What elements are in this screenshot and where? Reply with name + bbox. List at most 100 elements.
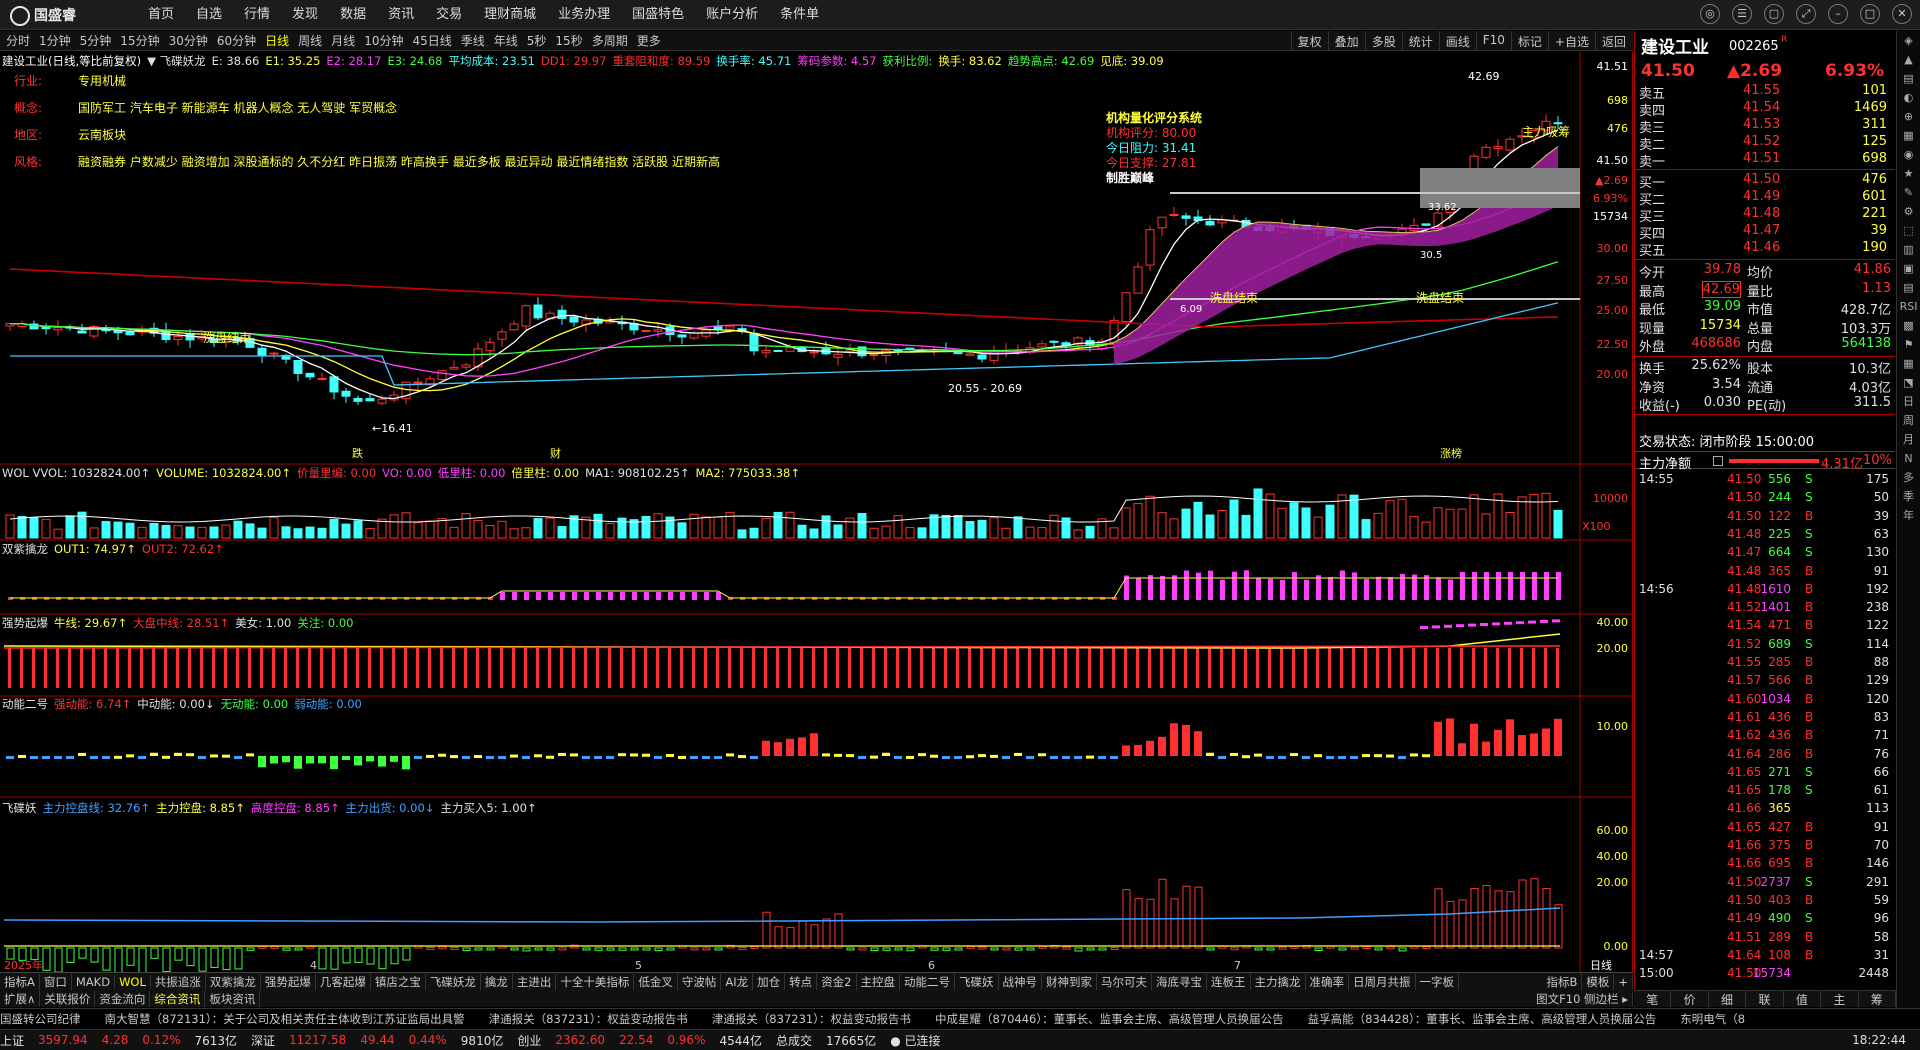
period-tab[interactable]: 15分钟 (120, 32, 159, 49)
quote-tab[interactable]: 联 (1746, 991, 1784, 1007)
indicator-tab[interactable]: 几客起爆 (316, 973, 371, 990)
fullscreen-icon[interactable]: ⤢ (1796, 4, 1816, 24)
indicator-tab[interactable]: 守波帖 (678, 973, 722, 990)
menu-item[interactable]: 资讯 (388, 0, 414, 30)
minimize-icon[interactable]: – (1828, 4, 1848, 24)
menu-item[interactable]: 首页 (148, 0, 174, 30)
sidebar-tool-icon[interactable]: ▤ (1897, 278, 1920, 297)
indicator-tab[interactable]: 主力擒龙 (1251, 973, 1306, 990)
indicator-tab[interactable]: 资金2 (817, 973, 857, 990)
chart-toolbar-button[interactable]: 叠加 (1327, 31, 1365, 51)
period-tab[interactable]: 更多 (637, 32, 661, 49)
indicator-tab[interactable]: 准确率 (1306, 973, 1349, 990)
sidebar-tool-icon[interactable]: ▣ (1897, 259, 1920, 278)
sidebar-tool-icon[interactable]: ⚙ (1897, 202, 1920, 221)
sidebar-tool-icon[interactable]: ◐ (1897, 88, 1920, 107)
sidebar-tool-icon[interactable]: 季 (1897, 487, 1920, 506)
bid-row[interactable]: 买四 41.47 39 (1635, 223, 1895, 242)
sidebar-tool-icon[interactable]: ⊕ (1897, 107, 1920, 126)
indicator-tab-right[interactable]: 指标B (1542, 973, 1583, 990)
extension-tab[interactable]: 关联报价 (40, 990, 96, 1007)
ask-row[interactable]: 卖四 41.54 1469 (1635, 100, 1895, 119)
news-item[interactable]: 益孚高能（834428）：董事长、监事会主席、高级管理人员换届公告 (1308, 1011, 1657, 1027)
sidebar-tool-icon[interactable]: ★ (1897, 164, 1920, 183)
sidebar-tool-icon[interactable]: N (1897, 449, 1920, 468)
indicator-tab[interactable]: 一字板 (1416, 973, 1459, 990)
menu-item[interactable]: 行情 (244, 0, 270, 30)
chart-toolbar-button[interactable]: 统计 (1401, 31, 1439, 51)
sidebar-tool-icon[interactable]: ▩ (1897, 316, 1920, 335)
sidebar-tool-icon[interactable]: 月 (1897, 430, 1920, 449)
extension-tab[interactable]: 板块资讯 (205, 990, 261, 1007)
indicator-tab[interactable]: 加仓 (753, 973, 786, 990)
period-tab[interactable]: 60分钟 (217, 32, 256, 49)
news-item[interactable]: 东明电气（8 (1680, 1011, 1745, 1027)
indicator-tab[interactable]: 共振追涨 (151, 973, 206, 990)
period-tab[interactable]: 分时 (6, 32, 30, 49)
settings-icon[interactable]: ☰ (1732, 4, 1752, 24)
indicator-tab[interactable]: 连板王 (1207, 973, 1251, 990)
quote-tab[interactable]: 值 (1784, 991, 1822, 1007)
quote-tab[interactable]: 主 (1821, 991, 1859, 1007)
sidebar-tool-icon[interactable]: ◉ (1897, 145, 1920, 164)
period-tab[interactable]: 15秒 (555, 32, 582, 49)
menu-item[interactable]: 条件单 (780, 0, 819, 30)
indicator-tab[interactable]: 日周月共振 (1349, 973, 1416, 990)
sidebar-tool-icon[interactable]: 日 (1897, 392, 1920, 411)
bid-row[interactable]: 买二 41.49 601 (1635, 189, 1895, 208)
indicator-tab[interactable]: 主控盘 (857, 973, 900, 990)
period-tab[interactable]: 周线 (298, 32, 322, 49)
period-tab[interactable]: 5秒 (527, 32, 547, 49)
news-item[interactable]: 南大智慧（872131）：关于公司及相关责任主体收到江苏证监局出具警 (105, 1011, 465, 1027)
chart-toolbar-button[interactable]: 复权 (1290, 31, 1328, 51)
menu-item[interactable]: 自选 (196, 0, 222, 30)
indicator-tab[interactable]: 马尔可夫 (1097, 973, 1152, 990)
indicator-tab[interactable]: AI龙 (721, 973, 754, 990)
sidebar-tool-icon[interactable]: ▦ (1897, 354, 1920, 373)
chart-toolbar-button[interactable]: 返回 (1594, 31, 1632, 51)
period-tab[interactable]: 月线 (331, 32, 355, 49)
indicator-tab[interactable]: 窗口 (40, 973, 72, 990)
indicator-tab[interactable]: 十全十美指标 (556, 973, 635, 990)
period-tab[interactable]: 45日线 (412, 32, 451, 49)
period-tab[interactable]: 多周期 (592, 32, 628, 49)
extension-tab[interactable]: 资金流向 (95, 990, 151, 1007)
sidebar-tool-icon[interactable]: ▤ (1897, 69, 1920, 88)
sidebar-tool-icon[interactable]: 多 (1897, 468, 1920, 487)
bid-row[interactable]: 买一 41.50 476 (1635, 172, 1895, 191)
close-icon[interactable]: ✕ (1892, 4, 1912, 24)
sidebar-tool-icon[interactable]: 年 (1897, 506, 1920, 525)
indicator-tab[interactable]: 飞碟妖龙 (426, 973, 481, 990)
ask-row[interactable]: 卖二 41.52 125 (1635, 134, 1895, 153)
net-toggle-icon[interactable] (1713, 456, 1723, 466)
period-tab[interactable]: 1分钟 (39, 32, 71, 49)
period-tab[interactable]: 年线 (494, 32, 518, 49)
chart-toolbar-button[interactable]: F10 (1475, 31, 1511, 51)
menu-item[interactable]: 发现 (292, 0, 318, 30)
indicator-tab[interactable]: 强势起爆 (261, 973, 316, 990)
sidebar-tool-icon[interactable]: ▲ (1897, 50, 1920, 69)
sidebar-tool-icon[interactable]: ▥ (1897, 240, 1920, 259)
indicator-tab[interactable]: 主进出 (513, 973, 557, 990)
extension-tab[interactable]: 综合资讯 (150, 990, 206, 1007)
bid-row[interactable]: 买五 41.46 190 (1635, 240, 1895, 259)
menu-item[interactable]: 数据 (340, 0, 366, 30)
news-item[interactable]: 国盛转公司纪律 (0, 1011, 81, 1027)
menu-item[interactable]: 业务办理 (558, 0, 610, 30)
maximize-icon[interactable]: □ (1860, 4, 1880, 24)
sidebar-tool-icon[interactable]: ◈ (1897, 31, 1920, 50)
sidebar-toggle[interactable]: 图文F10 侧边栏 ▸ (1532, 990, 1633, 1007)
chart-toolbar-button[interactable]: +自选 (1547, 31, 1595, 51)
period-tab[interactable]: 10分钟 (364, 32, 403, 49)
indicator-tab-right[interactable]: 模板 (1582, 973, 1615, 990)
indicator-tab[interactable]: 镇店之宝 (371, 973, 426, 990)
sidebar-tool-icon[interactable]: ✎ (1897, 183, 1920, 202)
sidebar-tool-icon[interactable]: RSI (1897, 297, 1920, 316)
sidebar-tool-icon[interactable]: ⬚ (1897, 221, 1920, 240)
message-icon[interactable]: ◎ (1700, 4, 1720, 24)
indicator-tab[interactable]: MAKD (72, 974, 116, 989)
sidebar-tool-icon[interactable]: ▦ (1897, 126, 1920, 145)
period-tab[interactable]: 30分钟 (169, 32, 208, 49)
menu-item[interactable]: 理财商城 (484, 0, 536, 30)
indicator-tab[interactable]: 低金叉 (634, 973, 678, 990)
